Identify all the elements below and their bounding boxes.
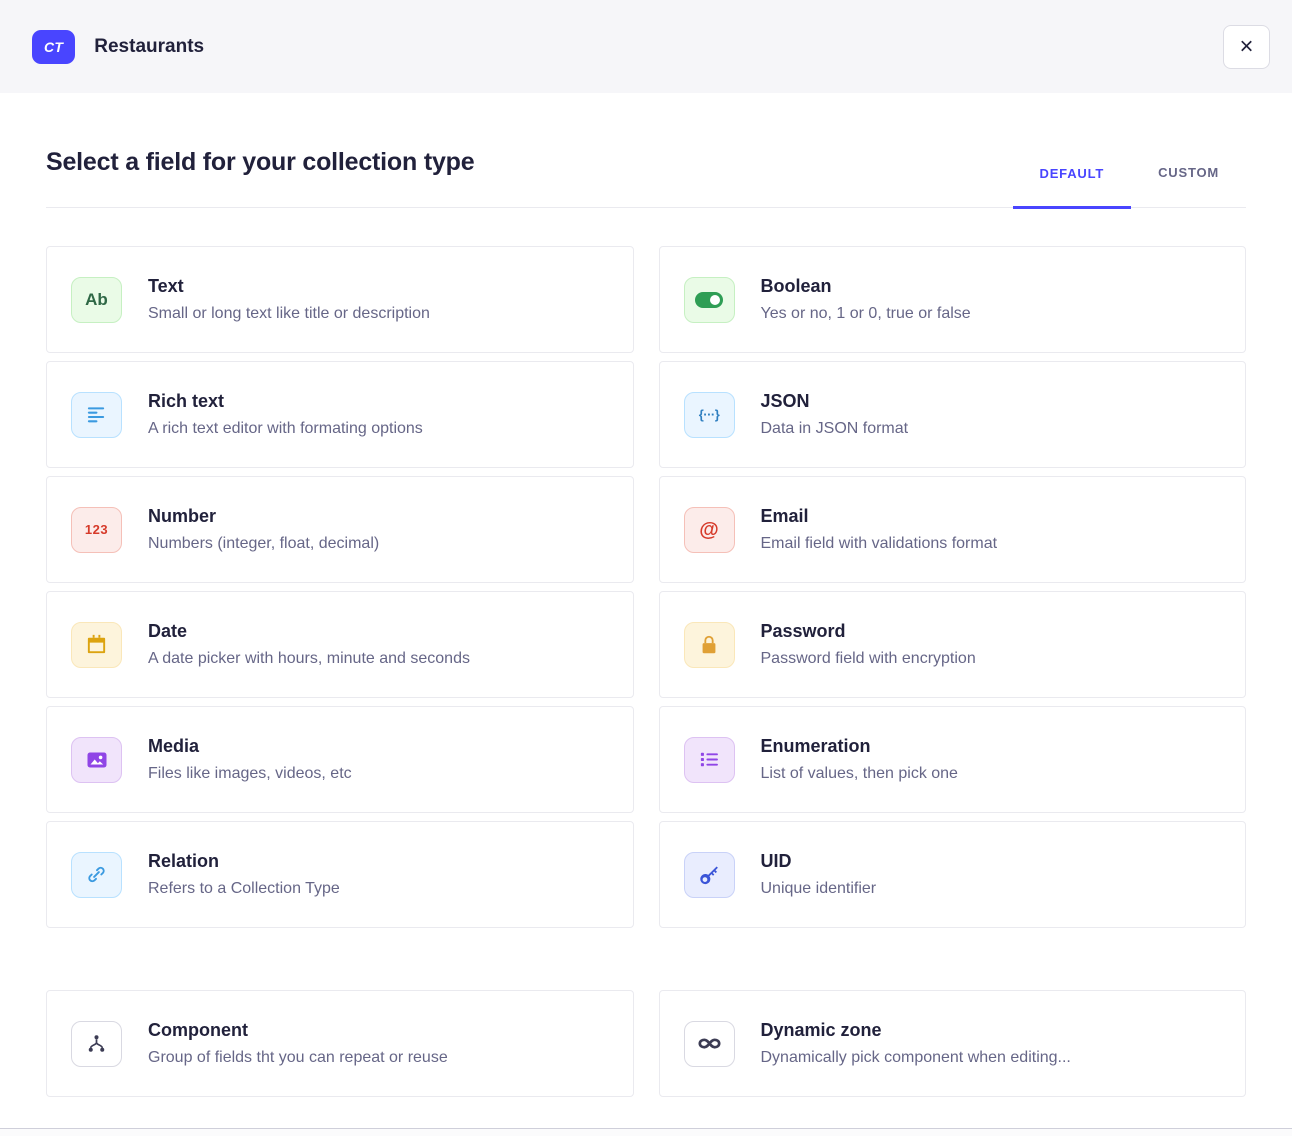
relation-icon [71, 852, 122, 898]
json-icon: {···} [684, 392, 735, 438]
field-card-component[interactable]: Component Group of fields tht you can re… [46, 990, 634, 1097]
field-name: Media [148, 736, 352, 757]
field-description: List of values, then pick one [761, 765, 958, 783]
field-name: JSON [761, 391, 909, 412]
field-card-uid[interactable]: UID Unique identifier [659, 821, 1247, 928]
field-card-date[interactable]: Date A date picker with hours, minute an… [46, 591, 634, 698]
field-name: Password [761, 621, 976, 642]
tab-custom[interactable]: CUSTOM [1131, 165, 1246, 207]
modal-header-left: CT Restaurants [32, 30, 204, 64]
field-grid-bottom: Component Group of fields tht you can re… [46, 990, 1246, 1097]
field-name: Relation [148, 851, 340, 872]
uid-icon [684, 852, 735, 898]
field-name: Email [761, 506, 998, 527]
field-card-email[interactable]: @ Email Email field with validations for… [659, 476, 1247, 583]
field-description: Email field with validations format [761, 535, 998, 553]
field-description: Data in JSON format [761, 420, 909, 438]
enumeration-icon [684, 737, 735, 783]
field-description: Dynamically pick component when editing.… [761, 1049, 1071, 1067]
title-row: Select a field for your collection type … [46, 148, 1246, 208]
field-description: A rich text editor with formating option… [148, 420, 423, 438]
close-button[interactable]: × [1223, 25, 1270, 69]
boolean-icon [684, 277, 735, 323]
text-icon: Ab [71, 277, 122, 323]
field-name: Date [148, 621, 470, 642]
field-description: Small or long text like title or descrip… [148, 305, 430, 323]
tabs: DEFAULT CUSTOM [1013, 165, 1246, 207]
modal-body: Select a field for your collection type … [0, 148, 1292, 1097]
field-card-number[interactable]: 123 Number Numbers (integer, float, deci… [46, 476, 634, 583]
email-icon: @ [684, 507, 735, 553]
field-description: Numbers (integer, float, decimal) [148, 535, 379, 553]
page-title: Select a field for your collection type [46, 148, 474, 207]
collection-title: Restaurants [94, 36, 204, 58]
component-icon [71, 1021, 122, 1067]
field-name: Boolean [761, 276, 971, 297]
collection-type-badge: CT [32, 30, 75, 64]
field-name: Dynamic zone [761, 1020, 1071, 1041]
field-name: Number [148, 506, 379, 527]
richtext-icon [71, 392, 122, 438]
field-name: Text [148, 276, 430, 297]
dynamiczone-icon [684, 1021, 735, 1067]
field-description: A date picker with hours, minute and sec… [148, 650, 470, 668]
field-card-richtext[interactable]: Rich text A rich text editor with format… [46, 361, 634, 468]
field-card-text[interactable]: Ab Text Small or long text like title or… [46, 246, 634, 353]
field-description: Password field with encryption [761, 650, 976, 668]
field-description: Group of fields tht you can repeat or re… [148, 1049, 448, 1067]
field-name: Enumeration [761, 736, 958, 757]
field-name: Rich text [148, 391, 423, 412]
field-description: Refers to a Collection Type [148, 880, 340, 898]
field-card-json[interactable]: {···} JSON Data in JSON format [659, 361, 1247, 468]
number-icon: 123 [71, 507, 122, 553]
modal-footer-edge [0, 1128, 1292, 1136]
field-description: Yes or no, 1 or 0, true or false [761, 305, 971, 323]
modal-header: CT Restaurants × [0, 0, 1292, 93]
field-card-relation[interactable]: Relation Refers to a Collection Type [46, 821, 634, 928]
field-card-enumeration[interactable]: Enumeration List of values, then pick on… [659, 706, 1247, 813]
date-icon [71, 622, 122, 668]
field-card-boolean[interactable]: Boolean Yes or no, 1 or 0, true or false [659, 246, 1247, 353]
field-card-password[interactable]: Password Password field with encryption [659, 591, 1247, 698]
field-description: Files like images, videos, etc [148, 765, 352, 783]
field-card-dynamiczone[interactable]: Dynamic zone Dynamically pick component … [659, 990, 1247, 1097]
field-card-media[interactable]: Media Files like images, videos, etc [46, 706, 634, 813]
tab-default[interactable]: DEFAULT [1013, 165, 1132, 209]
password-icon [684, 622, 735, 668]
field-grid-main: Ab Text Small or long text like title or… [46, 246, 1246, 928]
field-description: Unique identifier [761, 880, 877, 898]
media-icon [71, 737, 122, 783]
field-name: UID [761, 851, 877, 872]
close-icon: × [1239, 35, 1253, 59]
field-name: Component [148, 1020, 448, 1041]
